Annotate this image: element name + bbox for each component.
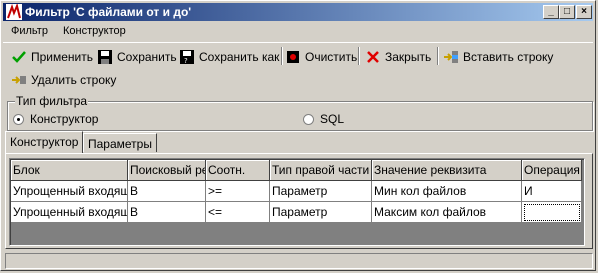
clear-label: Очистить <box>305 50 358 64</box>
tab-parameters[interactable]: Параметры <box>83 133 157 152</box>
toolbar: Применить Сохранить ? Сохранить как Очис… <box>3 42 593 93</box>
radio-constructor[interactable]: Конструктор <box>13 112 98 126</box>
tab-constructor[interactable]: Конструктор <box>5 131 83 153</box>
save-as-icon: ? <box>179 49 195 65</box>
window-title: Фильтр 'С файлами от и до' <box>25 5 192 19</box>
toolbar-separator <box>437 47 439 65</box>
save-button[interactable]: Сохранить <box>97 46 177 68</box>
column-header[interactable]: Соотн. <box>206 160 270 181</box>
menu-constructor[interactable]: Конструктор <box>63 25 126 37</box>
table-row[interactable]: Упрощенный входящи В >= Параметр Мин кол… <box>11 181 582 202</box>
menu-bar: Фильтр Конструктор <box>3 22 593 40</box>
minimize-button[interactable]: _ <box>543 5 559 19</box>
clear-button[interactable]: Очистить <box>285 46 357 68</box>
insert-row-label: Вставить строку <box>463 50 554 64</box>
delete-row-icon <box>11 72 27 88</box>
toolbar-separator <box>358 47 360 65</box>
red-x-icon <box>365 49 381 65</box>
checkmark-icon <box>11 49 27 65</box>
column-header[interactable]: Операция <box>522 160 582 181</box>
cell-search[interactable]: В <box>128 181 206 202</box>
radio-selected-icon <box>13 113 24 125</box>
filter-window: Фильтр 'С файлами от и до' _ □ × Фильтр … <box>0 0 596 271</box>
eraser-icon <box>285 49 301 65</box>
cell-operation[interactable]: И <box>522 181 582 202</box>
floppy-disk-icon <box>97 49 113 65</box>
column-header[interactable]: Блок <box>11 160 128 181</box>
cell-right-type[interactable]: Параметр <box>270 181 372 202</box>
table-row[interactable]: Упрощенный входящи В <= Параметр Максим … <box>11 202 582 223</box>
cell-relation[interactable]: <= <box>206 202 270 223</box>
cell-block[interactable]: Упрощенный входящи <box>11 202 128 223</box>
cell-value[interactable]: Мин кол файлов <box>372 181 522 202</box>
cell-value[interactable]: Максим кол файлов <box>372 202 522 223</box>
radio-sql-label: SQL <box>320 112 345 126</box>
close-button[interactable]: Закрыть <box>365 46 431 68</box>
grid-body: Блок Поисковый ре Соотн. Тип правой част… <box>10 159 584 245</box>
filter-type-legend: Тип фильтра <box>15 94 89 108</box>
save-as-button[interactable]: ? Сохранить как <box>179 46 279 68</box>
grid-header-row: Блок Поисковый ре Соотн. Тип правой част… <box>11 160 582 181</box>
column-header[interactable]: Тип правой части <box>270 160 372 181</box>
status-bar <box>5 253 593 269</box>
cell-relation[interactable]: >= <box>206 181 270 202</box>
maximize-button[interactable]: □ <box>559 5 575 19</box>
app-icon <box>6 4 22 20</box>
close-window-button[interactable]: × <box>576 5 592 19</box>
apply-button[interactable]: Применить <box>11 46 93 68</box>
filter-grid[interactable]: Блок Поисковый ре Соотн. Тип правой част… <box>9 158 585 246</box>
insert-row-icon <box>443 49 459 65</box>
column-header[interactable]: Поисковый ре <box>128 160 206 181</box>
save-label: Сохранить <box>117 50 177 64</box>
toolbar-separator <box>281 47 283 65</box>
save-as-label: Сохранить как <box>199 50 280 64</box>
delete-row-button[interactable]: Удалить строку <box>11 69 116 91</box>
cell-operation-focused[interactable] <box>522 202 582 223</box>
cell-search[interactable]: В <box>128 202 206 223</box>
svg-text:?: ? <box>184 57 188 65</box>
radio-sql[interactable]: SQL <box>303 112 344 126</box>
radio-constructor-label: Конструктор <box>30 112 99 126</box>
title-bar[interactable]: Фильтр 'С файлами от и до' _ □ × <box>3 3 593 21</box>
close-label: Закрыть <box>385 50 432 64</box>
menu-filter[interactable]: Фильтр <box>11 25 48 37</box>
column-header[interactable]: Значение реквизита <box>372 160 522 181</box>
cell-right-type[interactable]: Параметр <box>270 202 372 223</box>
cell-block[interactable]: Упрощенный входящи <box>11 181 128 202</box>
insert-row-button[interactable]: Вставить строку <box>443 46 553 68</box>
delete-row-label: Удалить строку <box>31 73 117 87</box>
radio-unselected-icon <box>303 113 314 125</box>
apply-label: Применить <box>31 50 94 64</box>
